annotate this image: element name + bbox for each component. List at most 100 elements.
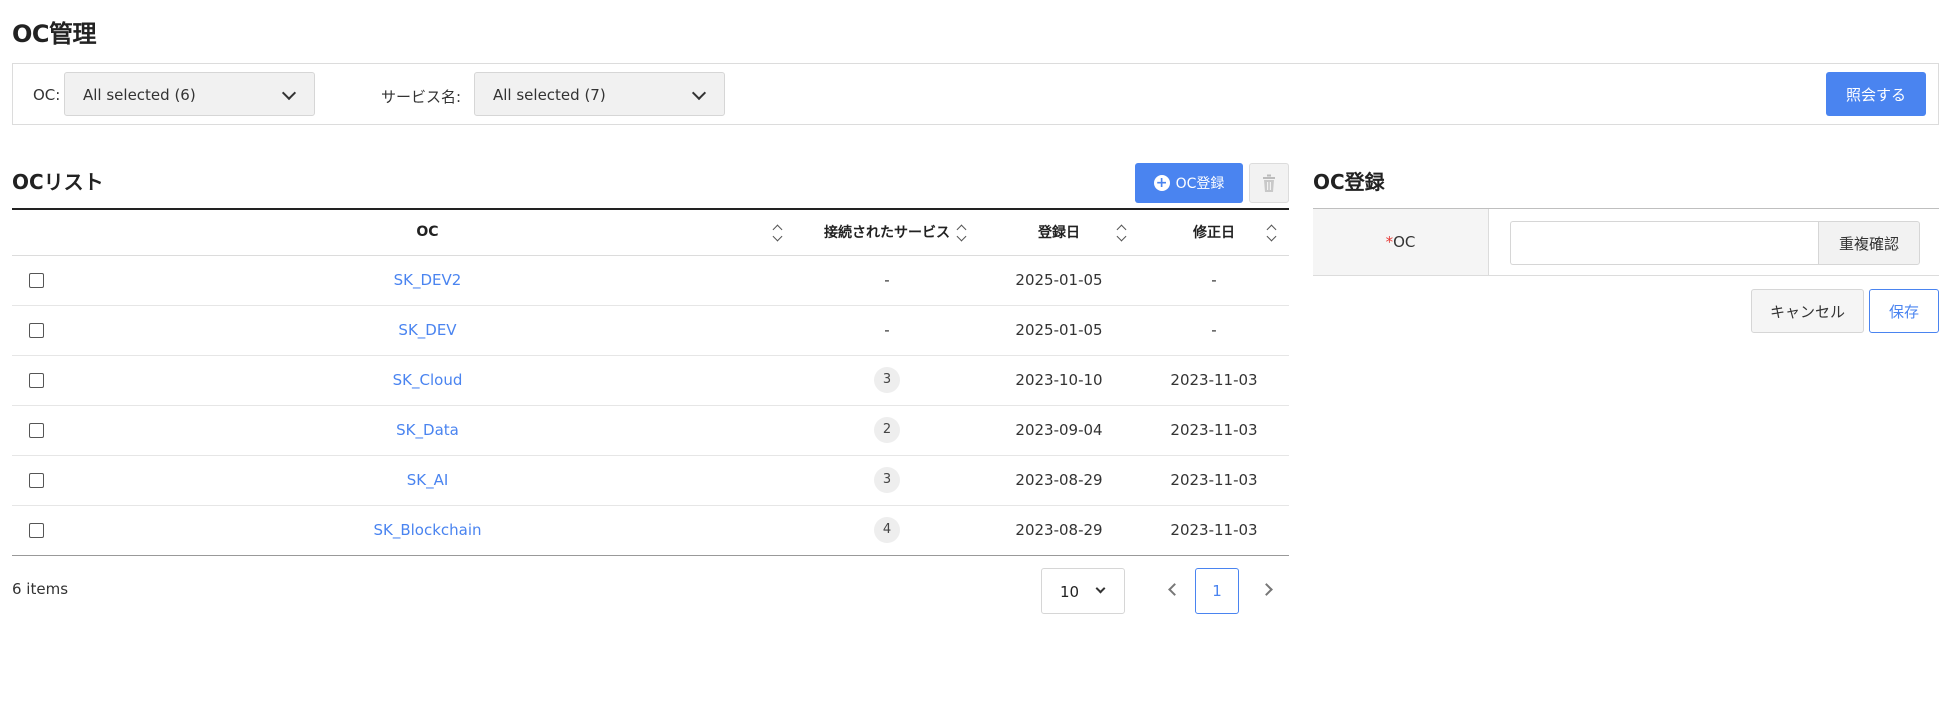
chevron-right-icon[interactable] (1260, 583, 1273, 596)
row-checkbox-cell (12, 405, 60, 456)
duplicate-check-button[interactable]: 重複確認 (1818, 221, 1920, 265)
oc-filter-select[interactable]: All selected (6) (64, 72, 315, 116)
chevron-down-icon (281, 85, 297, 101)
created-cell: 2023-08-29 (979, 455, 1139, 506)
row-checkbox[interactable] (28, 373, 44, 388)
row-checkbox-cell (12, 455, 60, 506)
items-count: 6 items (12, 580, 69, 598)
row-checkbox-cell (12, 255, 60, 306)
chevron-down-icon (1095, 583, 1106, 594)
query-button[interactable]: 照会する (1826, 72, 1926, 116)
column-header-services[interactable]: 接続されたサービス (795, 209, 979, 256)
oc-register-button[interactable]: + OC登録 (1135, 163, 1243, 203)
oc-link[interactable]: SK_AI (407, 471, 449, 489)
services-cell: - (795, 305, 979, 356)
services-cell: 2 (795, 405, 979, 456)
table-row: SK_DEV - 2025-01-05 - (12, 305, 1289, 356)
oc-filter-label: OC: (33, 86, 61, 104)
services-cell: 3 (795, 455, 979, 506)
column-header-label: 修正日 (1193, 225, 1235, 242)
modified-cell: - (1139, 305, 1289, 356)
created-cell: 2023-09-04 (979, 405, 1139, 456)
column-header-label: OC (416, 224, 439, 241)
row-checkbox[interactable] (28, 273, 44, 288)
created-cell: 2023-08-29 (1015, 521, 1103, 539)
page-size-value: 10 (1060, 583, 1080, 601)
services-cell: - (795, 255, 979, 306)
oc-input[interactable] (1510, 221, 1818, 265)
oc-cell: SK_DEV (60, 305, 795, 356)
page-number-button[interactable]: 1 (1195, 568, 1239, 614)
oc-link[interactable]: SK_Data (396, 421, 459, 439)
trash-icon (1263, 174, 1275, 192)
oc-link[interactable]: SK_DEV2 (394, 271, 462, 289)
oc-link[interactable]: SK_Blockchain (373, 521, 481, 539)
service-count-badge: 3 (874, 367, 900, 393)
sort-icon[interactable] (1117, 224, 1127, 242)
table-row: SK_Data 2 2023-09-04 2023-11-03 (12, 405, 1289, 456)
created-cell: 2025-01-05 (979, 305, 1139, 356)
created-cell: 2025-01-05 (979, 255, 1139, 306)
oc-register-form: *OC 重複確認 (1313, 208, 1939, 276)
oc-table: OC 接続されたサービス 登録日 修正日 SK_DEV2 - 2025-01-0… (12, 208, 1289, 556)
services-cell: 4 (795, 505, 979, 555)
modified-cell: 2023-11-03 (1139, 405, 1289, 456)
column-header-oc[interactable]: OC (60, 209, 795, 256)
modified-cell: 2023-11-03 (1170, 521, 1258, 539)
table-row: SK_Cloud 3 2023-10-10 2023-11-03 (12, 355, 1289, 406)
row-checkbox-cell (12, 505, 60, 555)
oc-field-label-text: OC (1393, 233, 1416, 251)
row-checkbox-cell (12, 305, 60, 356)
oc-field-label: *OC (1313, 209, 1489, 275)
row-checkbox[interactable] (28, 473, 44, 488)
filter-bar: OC: All selected (6) サービス名: All selected… (12, 63, 1939, 125)
chevron-down-icon (691, 85, 707, 101)
service-count-badge: 2 (874, 417, 900, 443)
created-cell: 2023-10-10 (979, 355, 1139, 406)
oc-cell: SK_AI (60, 455, 795, 506)
sort-icon[interactable] (1267, 224, 1277, 242)
service-count-badge: 4 (874, 517, 900, 543)
service-filter-value: All selected (7) (493, 86, 606, 104)
row-checkbox-cell (12, 355, 60, 406)
select-all-header (12, 209, 60, 256)
sort-icon[interactable] (773, 224, 783, 242)
column-header-label: 接続されたサービス (824, 225, 950, 242)
oc-filter-value: All selected (6) (83, 86, 196, 104)
modified-cell: 2023-11-03 (1139, 355, 1289, 406)
oc-register-title: OC登録 (1313, 170, 1385, 194)
table-row: SK_Blockchain 4 2023-08-29 2023-11-03 (12, 505, 1289, 555)
oc-link[interactable]: SK_Cloud (393, 371, 463, 389)
table-row: SK_DEV2 - 2025-01-05 - (12, 255, 1289, 306)
oc-list-title: OCリスト (12, 170, 104, 194)
required-mark: * (1385, 233, 1394, 251)
column-header-modified[interactable]: 修正日 (1139, 209, 1289, 256)
save-button[interactable]: 保存 (1869, 289, 1939, 333)
oc-cell: SK_Blockchain (60, 505, 795, 555)
row-checkbox[interactable] (28, 523, 44, 538)
column-header-created[interactable]: 登録日 (979, 209, 1139, 256)
modified-cell: - (1139, 255, 1289, 306)
modified-cell: 2023-11-03 (1139, 455, 1289, 506)
page-size-select[interactable]: 10 (1041, 568, 1125, 614)
oc-cell: SK_DEV2 (60, 255, 795, 306)
services-cell: 3 (795, 355, 979, 406)
oc-cell: SK_Data (60, 405, 795, 456)
oc-cell: SK_Cloud (60, 355, 795, 406)
service-count-badge: 3 (874, 467, 900, 493)
column-header-label: 登録日 (1038, 225, 1080, 242)
chevron-left-icon[interactable] (1168, 583, 1181, 596)
plus-circle-icon: + (1153, 175, 1170, 191)
table-row: SK_AI 3 2023-08-29 2023-11-03 (12, 455, 1289, 506)
cancel-button[interactable]: キャンセル (1751, 289, 1864, 333)
row-checkbox[interactable] (28, 323, 44, 338)
row-checkbox[interactable] (28, 423, 44, 438)
service-filter-select[interactable]: All selected (7) (474, 72, 725, 116)
sort-icon[interactable] (957, 224, 967, 242)
service-filter-label: サービス名: (381, 88, 462, 106)
oc-register-label: OC登録 (1175, 176, 1225, 192)
table-header-row: OC 接続されたサービス 登録日 修正日 (12, 209, 1289, 256)
page-title: OC管理 (12, 20, 97, 48)
oc-link[interactable]: SK_DEV (398, 321, 456, 339)
delete-button[interactable] (1249, 163, 1289, 203)
